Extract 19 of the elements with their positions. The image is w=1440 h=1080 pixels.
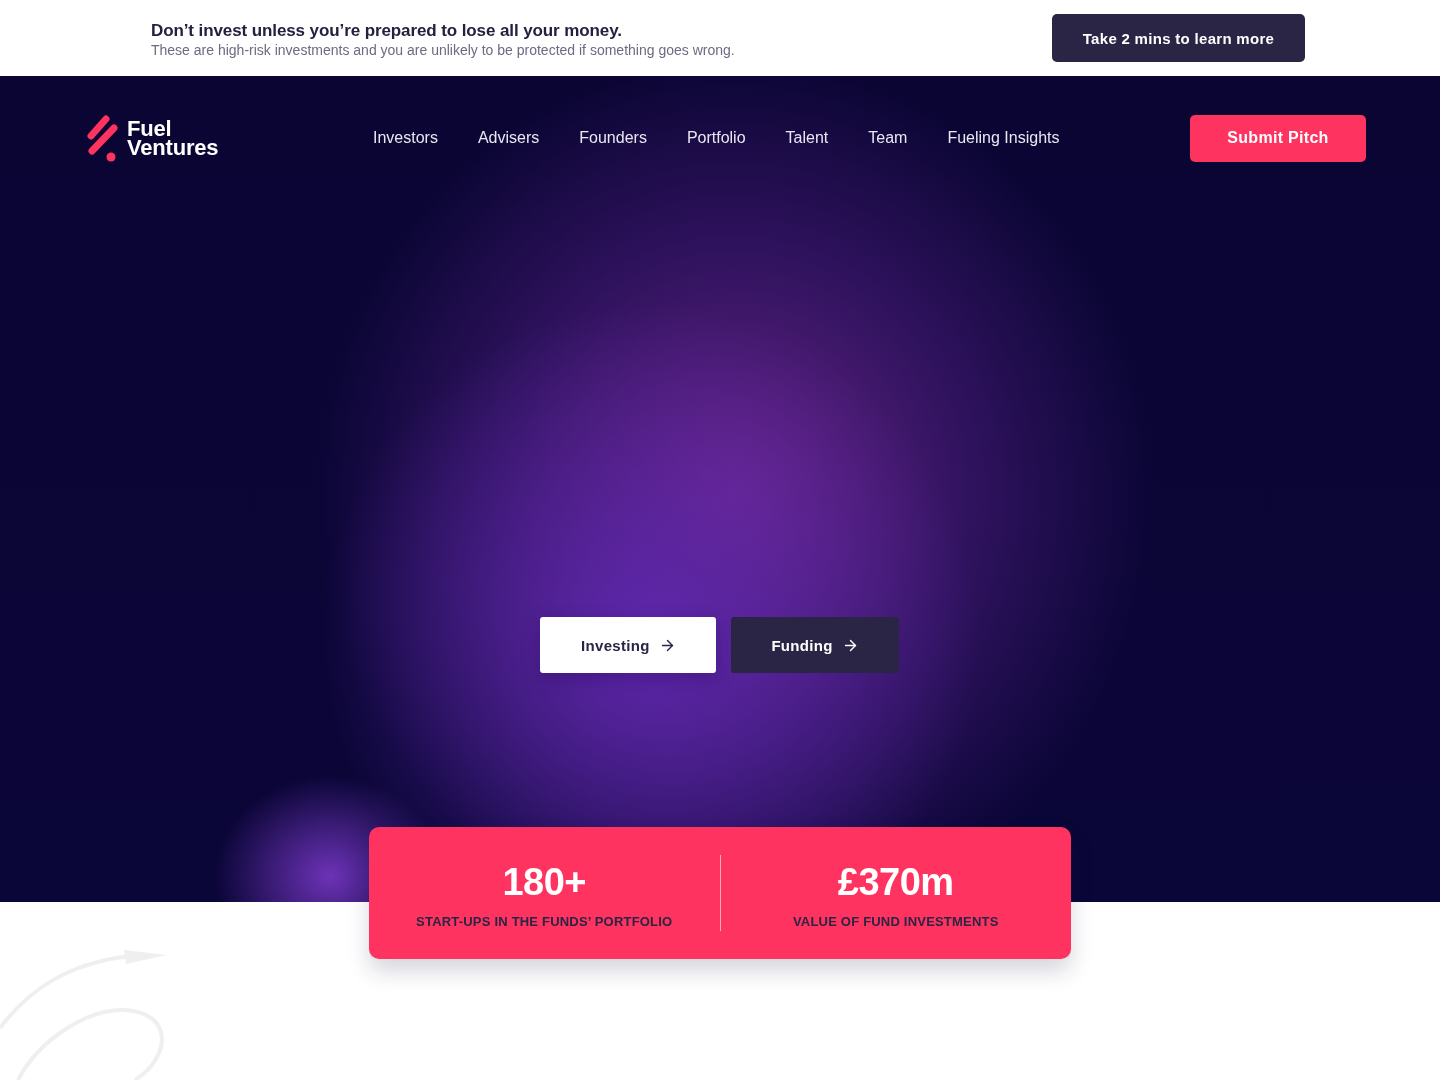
stat-value: £370m bbox=[837, 861, 954, 902]
logo-wordmark[interactable]: Fuel Ventures bbox=[127, 119, 219, 157]
nav-link[interactable]: Advisers bbox=[477, 129, 540, 147]
risk-warning-text: These are high-risk investments and you are unlikely to be protected if something goes wrong. bbox=[151, 41, 735, 58]
nav-link[interactable]: Investors bbox=[373, 129, 438, 147]
investing-button[interactable]: Investing bbox=[540, 617, 717, 673]
nav-link[interactable]: Fueling Insights bbox=[947, 129, 1060, 147]
nav-link[interactable]: Talent bbox=[785, 129, 829, 147]
stat-label: VALUE OF FUND INVESTMENTS bbox=[792, 913, 999, 929]
nav-link[interactable]: Team bbox=[868, 129, 908, 147]
nav-link[interactable]: Portfolio bbox=[686, 129, 746, 147]
funding-button[interactable]: Funding bbox=[731, 617, 899, 673]
logo-icon[interactable] bbox=[87, 114, 119, 162]
submit-pitch-button[interactable]: Submit Pitch bbox=[1190, 114, 1366, 162]
risk-warning-heading: Don’t invest unless you’re prepared to lose all your money. bbox=[151, 20, 623, 41]
learn-more-button[interactable]: Take 2 mins to learn more bbox=[1052, 14, 1305, 62]
nav-link[interactable]: Founders bbox=[579, 129, 647, 147]
stat-label: START-UPS IN THE FUNDS’ PORTFOLIO bbox=[416, 913, 673, 929]
stat-value: 180+ bbox=[502, 861, 587, 902]
